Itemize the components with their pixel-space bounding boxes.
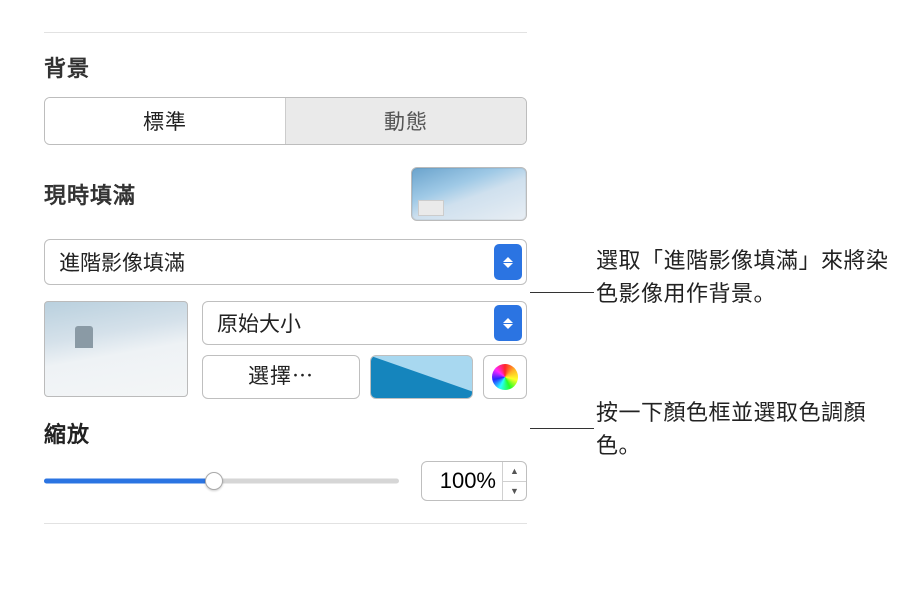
scale-type-popup[interactable]: 原始大小 bbox=[202, 301, 527, 345]
current-fill-row: 現時填滿 bbox=[44, 167, 527, 221]
current-fill-preview[interactable] bbox=[411, 167, 527, 221]
choose-button-label: 選擇⋯ bbox=[248, 365, 314, 388]
callout-line-fill bbox=[530, 292, 594, 293]
stepper-up-icon[interactable]: ▲ bbox=[503, 462, 526, 482]
current-fill-label: 現時填滿 bbox=[44, 178, 136, 210]
panel-bottom-divider bbox=[44, 523, 527, 524]
stepper-down-icon[interactable]: ▼ bbox=[503, 482, 526, 501]
background-inspector-panel: 背景 標準 動態 現時填滿 進階影像填滿 原始大小 bbox=[22, 22, 549, 542]
popup-caret-icon bbox=[494, 244, 522, 280]
section-title-background: 背景 bbox=[44, 51, 527, 83]
callout-line-color bbox=[530, 428, 594, 429]
popup-caret-icon bbox=[494, 305, 522, 341]
callout-color-well: 按一下顏色框並選取色調顏色。 bbox=[596, 396, 906, 462]
fill-type-value: 進階影像填滿 bbox=[59, 247, 185, 277]
color-wheel-icon bbox=[492, 364, 518, 390]
zoom-value-field: ▲ ▼ bbox=[421, 461, 527, 501]
zoom-label: 縮放 bbox=[44, 417, 527, 449]
tab-dynamic-label: 動態 bbox=[384, 111, 428, 134]
callout-fill-type: 選取「進階影像填滿」來將染色影像用作背景。 bbox=[596, 244, 906, 310]
zoom-slider[interactable] bbox=[44, 469, 399, 493]
tab-dynamic[interactable]: 動態 bbox=[286, 98, 526, 144]
image-well[interactable] bbox=[44, 301, 188, 397]
slider-thumb[interactable] bbox=[205, 472, 223, 490]
color-picker-button[interactable] bbox=[483, 355, 527, 399]
tab-standard-label: 標準 bbox=[143, 111, 187, 134]
zoom-input[interactable] bbox=[422, 468, 502, 494]
zoom-row: ▲ ▼ bbox=[44, 461, 527, 501]
tint-color-well[interactable] bbox=[370, 355, 473, 399]
choose-image-button[interactable]: 選擇⋯ bbox=[202, 355, 360, 399]
tab-standard[interactable]: 標準 bbox=[45, 98, 286, 144]
zoom-stepper: ▲ ▼ bbox=[502, 462, 526, 500]
panel-top-divider bbox=[44, 32, 527, 33]
fill-type-popup[interactable]: 進階影像填滿 bbox=[44, 239, 527, 285]
scale-type-value: 原始大小 bbox=[217, 308, 301, 338]
slider-fill bbox=[44, 479, 214, 484]
background-mode-segmented: 標準 動態 bbox=[44, 97, 527, 145]
image-bottom-controls: 選擇⋯ bbox=[202, 355, 527, 399]
image-settings-col: 原始大小 選擇⋯ bbox=[202, 301, 527, 399]
image-settings-row: 原始大小 選擇⋯ bbox=[44, 301, 527, 399]
